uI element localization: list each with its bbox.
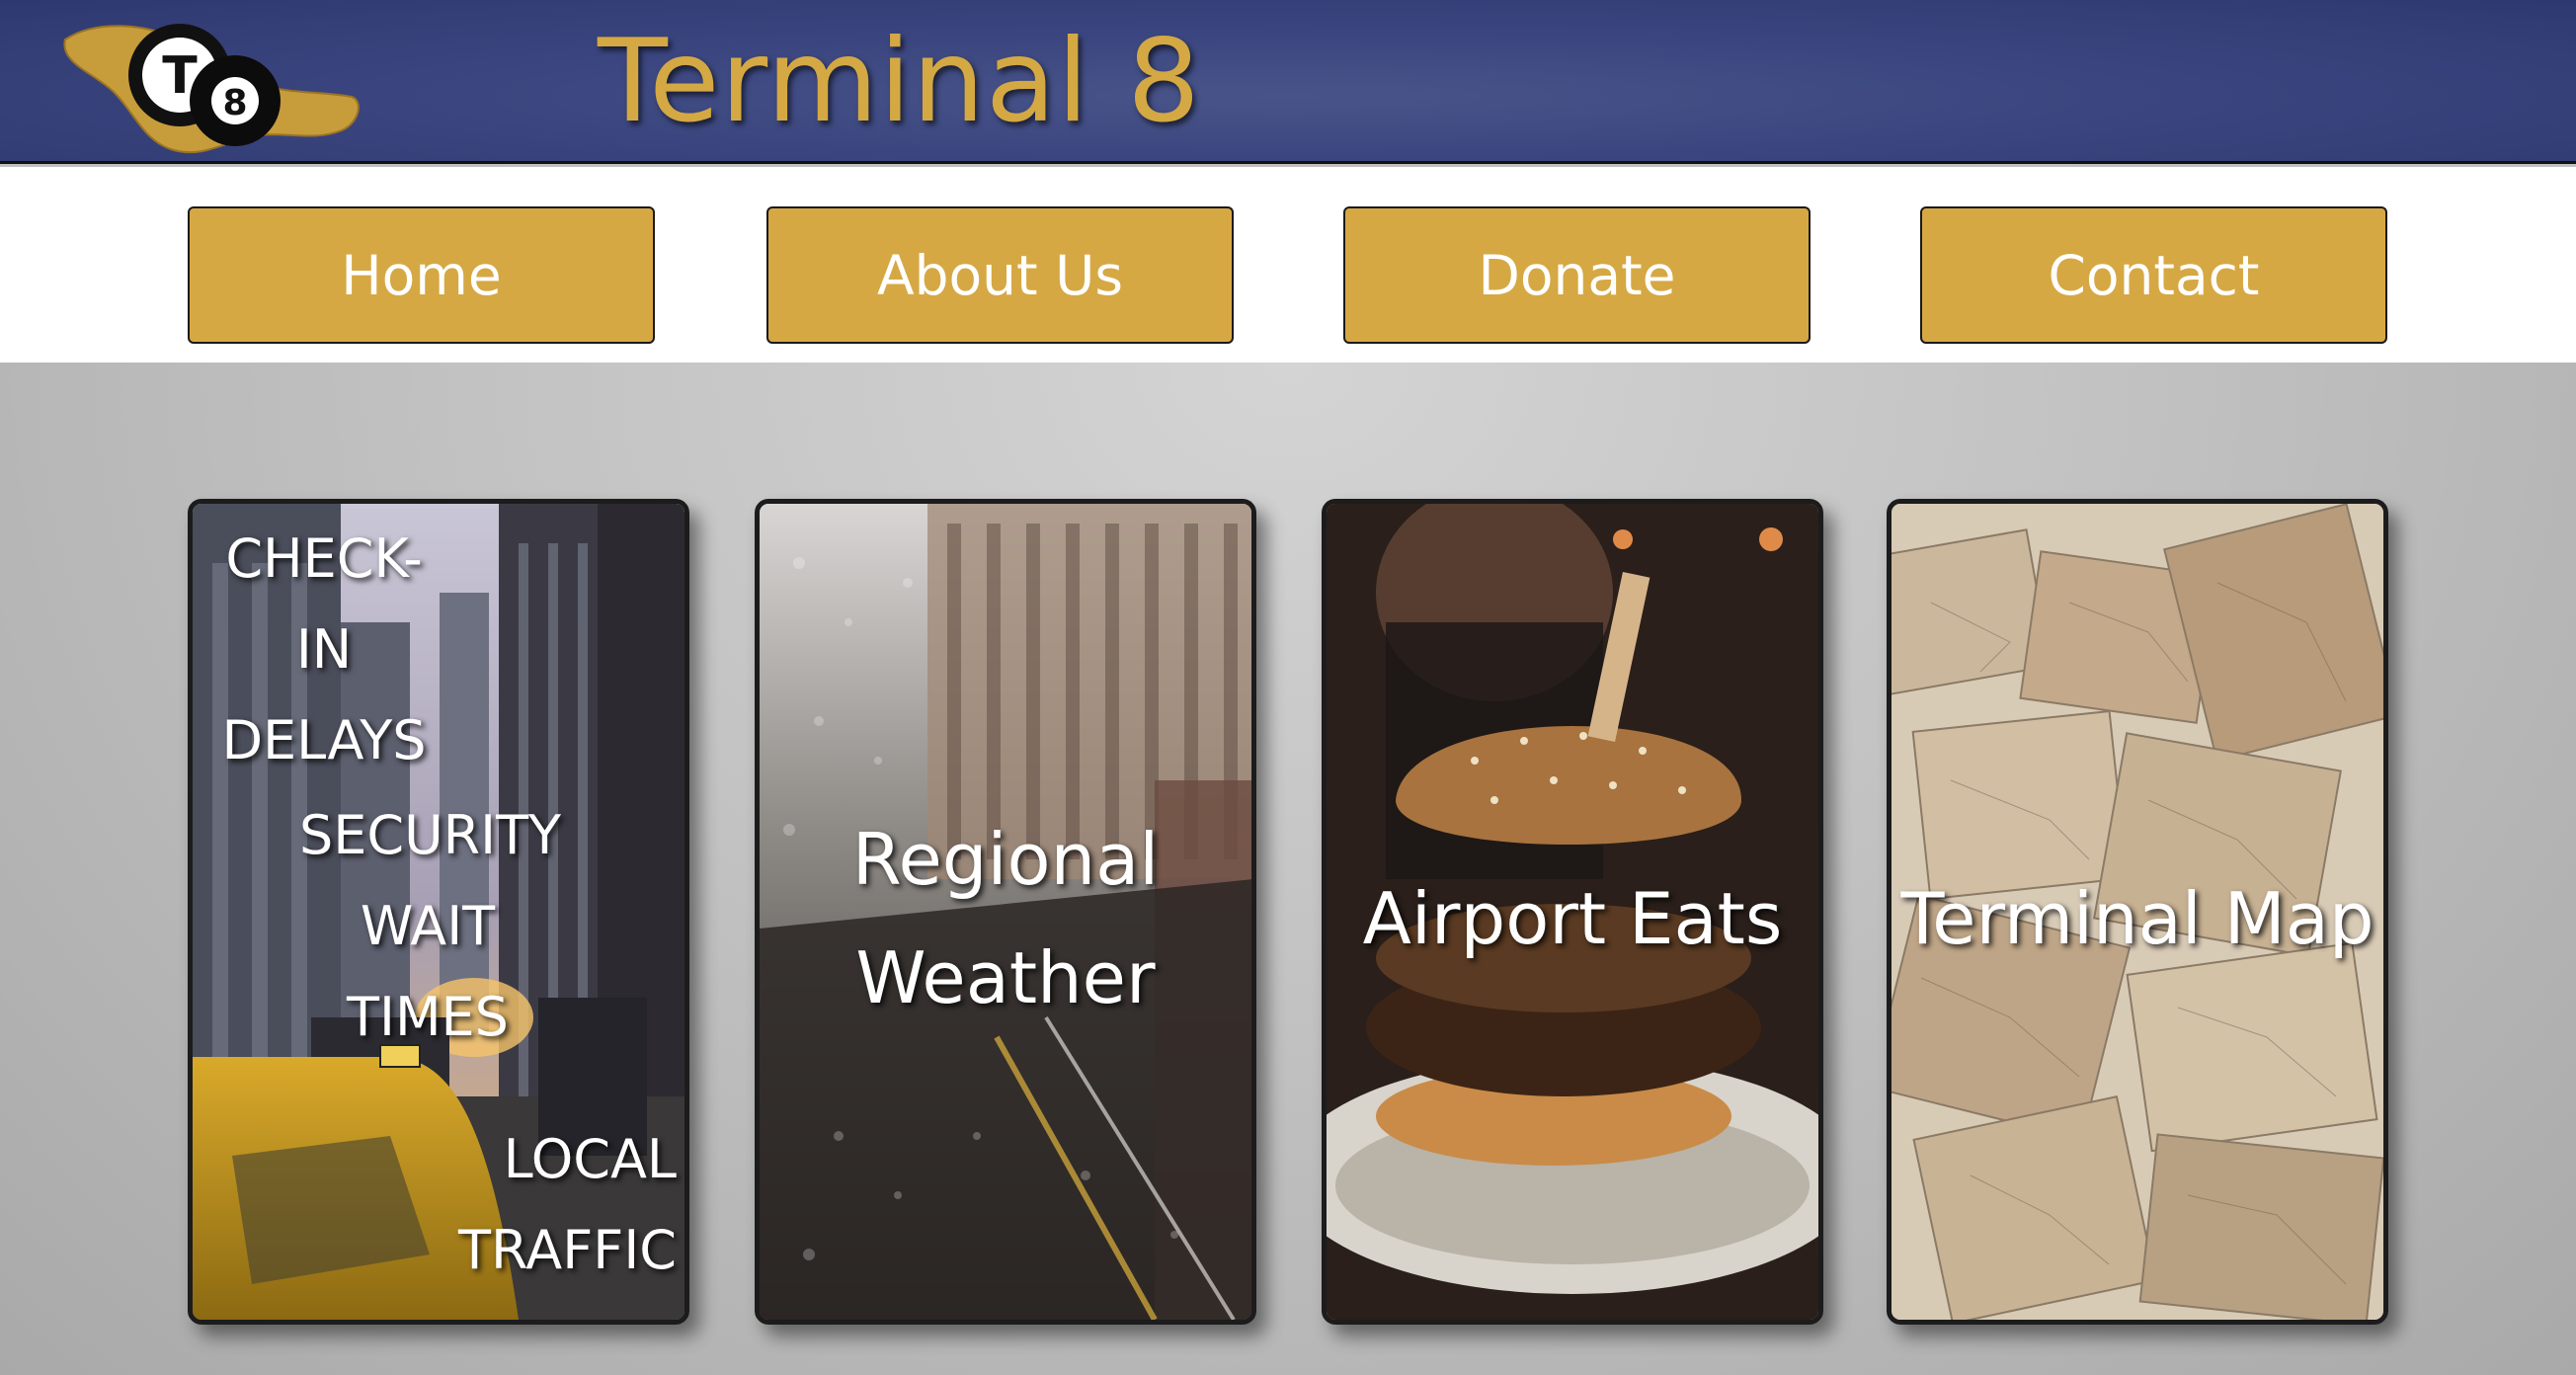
nav-home-button[interactable]: Home [188,206,655,344]
regional-weather-label: Regional Weather [851,818,1160,1019]
local-traffic-label: LOCAL TRAFFIC [457,1128,677,1281]
main-nav: Home About Us Donate Contact [0,167,2576,363]
regional-weather-card[interactable]: Regional Weather [755,499,1256,1325]
traffic-card[interactable]: CHECK-IN DELAYS SECURITY WAIT TIMES LOCA… [188,499,689,1325]
main-content: CHECK-IN DELAYS SECURITY WAIT TIMES LOCA… [0,363,2576,1375]
check-in-delays-label: CHECK-IN DELAYS [221,527,427,771]
security-wait-times-label: SECURITY WAIT TIMES [299,804,562,1048]
site-title: Terminal 8 [598,15,1201,148]
logo-digit-8: 8 [222,83,247,123]
terminal-map-card[interactable]: Terminal Map [1887,499,2388,1325]
airport-eats-card[interactable]: Airport Eats [1322,499,1823,1325]
terminal-8-logo[interactable]: T 8 [55,14,367,162]
airport-eats-label: Airport Eats [1362,877,1783,960]
nav-donate-button[interactable]: Donate [1343,206,1811,344]
nav-about-us-button[interactable]: About Us [766,206,1234,344]
site-header: T 8 Terminal 8 [0,0,2576,164]
terminal-map-label: Terminal Map [1900,877,2375,960]
logo-letter-t: T [162,46,198,106]
nav-contact-button[interactable]: Contact [1920,206,2387,344]
